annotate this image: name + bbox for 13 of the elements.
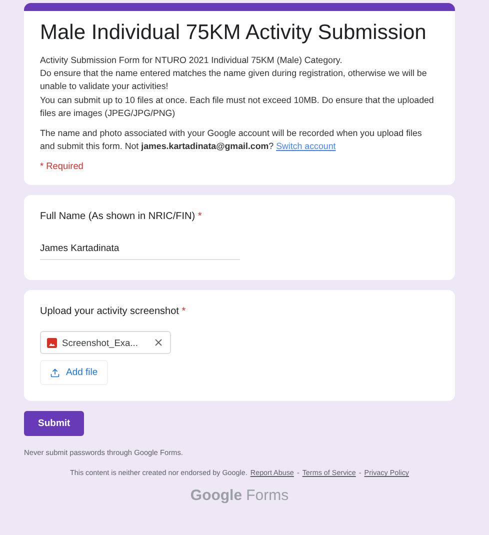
add-file-button[interactable]: Add file	[40, 360, 108, 386]
switch-account-link[interactable]: Switch account	[276, 141, 336, 152]
question-label: Full Name (As shown in NRIC/FIN) *	[40, 211, 203, 222]
form-title: Male Individual 75KM Activity Submission	[40, 21, 428, 45]
question-label: Upload your activity screenshot *	[40, 306, 187, 318]
file-name: Screenshot_Exa...	[62, 338, 138, 348]
image-file-icon	[47, 338, 57, 348]
form-description: Activity Submission Form for NTURO 2021 Individual 75KM (Male) Category. Do ensure that the name entered matches the name given during registration, otherwise we will be unable to validate your activities! You can submit up to 10 files at once. Each file must not exceed 10MB. Do ensure that the uploaded files are images (JPEG/JPG/PNG)	[40, 54, 435, 120]
account-notice: The name and photo associated with your Google account will be recorded when you upload files and submit this form. Not james.kartadinata@gmail.com? Switch account	[40, 127, 423, 154]
submit-button[interactable]: Submit	[24, 411, 84, 436]
upload-icon	[50, 368, 60, 378]
close-icon[interactable]	[152, 337, 164, 348]
required-note: * Required	[40, 161, 84, 172]
